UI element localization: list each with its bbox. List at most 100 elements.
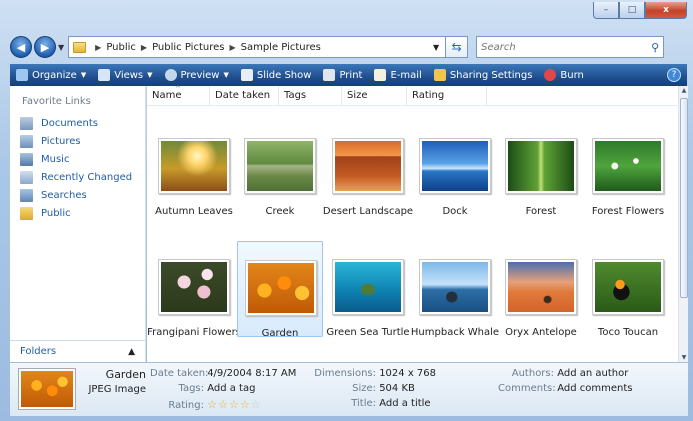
help-icon: ? xyxy=(671,70,677,80)
file-tile[interactable]: Forest xyxy=(498,120,584,217)
file-tile[interactable]: Toco Toucan xyxy=(585,241,671,338)
authors-value[interactable]: Add an author xyxy=(557,368,628,379)
address-bar[interactable]: ▶ Public ▶ Public Pictures ▶ Sample Pict… xyxy=(68,36,447,58)
rating-star-icon[interactable]: ☆ xyxy=(229,398,240,411)
help-button[interactable]: ? xyxy=(667,68,681,82)
column-header-label: Tags xyxy=(284,90,307,101)
explorer-window: – □ x ◀ ▶ ▼ ▶ Public ▶ Public Pictures ▶… xyxy=(0,0,693,421)
print-button[interactable]: Print xyxy=(323,69,362,81)
file-thumbnail xyxy=(592,259,664,315)
nav-item-pictures[interactable]: Pictures xyxy=(10,132,145,150)
vertical-scrollbar[interactable]: ▲ ▼ xyxy=(678,86,688,362)
title-value[interactable]: Add a title xyxy=(379,398,430,409)
file-thumbnail xyxy=(505,259,577,315)
comments-label: Comments: xyxy=(498,383,556,394)
search-input[interactable] xyxy=(481,41,652,53)
tags-row[interactable]: Tags: Add a tag xyxy=(150,383,255,394)
column-header-name[interactable]: ^ Name xyxy=(147,85,210,105)
scroll-up-icon[interactable]: ▲ xyxy=(679,87,689,94)
nav-item-music[interactable]: Music xyxy=(10,150,145,168)
preview-button[interactable]: Preview ▼ xyxy=(164,69,229,81)
file-thumbnail xyxy=(505,138,577,194)
file-tile[interactable]: Dock xyxy=(412,120,498,217)
breadcrumb-public-pictures[interactable]: Public Pictures xyxy=(152,42,224,53)
chevron-right-icon[interactable]: ▶ xyxy=(95,43,101,52)
file-tile[interactable]: Creek xyxy=(237,120,323,217)
breadcrumb-sample-pictures[interactable]: Sample Pictures xyxy=(241,42,321,53)
burn-disc-icon xyxy=(544,69,557,81)
slideshow-button[interactable]: Slide Show xyxy=(240,69,311,81)
chevron-down-icon: ▼ xyxy=(223,71,229,79)
maximize-button[interactable]: □ xyxy=(619,2,645,19)
nav-item-label: Music xyxy=(41,153,70,165)
forward-button[interactable]: ▶ xyxy=(34,36,56,58)
organize-button[interactable]: Organize ▼ xyxy=(16,69,86,81)
file-tile[interactable]: Autumn Leaves xyxy=(151,120,237,217)
file-tile[interactable]: Desert Landscape xyxy=(323,120,413,217)
chevron-right-icon[interactable]: ▶ xyxy=(141,43,147,52)
folders-toggle[interactable]: Folders ▲ xyxy=(10,340,145,362)
file-tile[interactable]: Garden xyxy=(237,241,323,339)
nav-item-recently-changed[interactable]: Recently Changed xyxy=(10,168,145,186)
file-name-label: Oryx Antelope xyxy=(505,327,577,338)
nav-item-searches[interactable]: Searches xyxy=(10,186,145,204)
nav-item-label: Searches xyxy=(41,189,87,201)
scrollbar-thumb[interactable] xyxy=(680,98,688,298)
rating-star-icon[interactable]: ☆ xyxy=(218,398,229,411)
column-header-rating[interactable]: Rating xyxy=(407,86,487,105)
file-tile[interactable]: Frangipani Flowers xyxy=(147,241,241,338)
scroll-down-icon[interactable]: ▼ xyxy=(679,354,689,361)
address-history-dropdown[interactable]: ▼ xyxy=(433,43,439,52)
chevron-right-icon[interactable]: ▶ xyxy=(229,43,235,52)
file-tile[interactable]: Oryx Antelope xyxy=(498,241,584,338)
date-taken-row[interactable]: Date taken: 4/9/2004 8:17 AM xyxy=(150,368,296,379)
recent-pages-dropdown[interactable]: ▼ xyxy=(58,43,64,52)
email-button[interactable]: E-mail xyxy=(374,69,422,81)
file-tile[interactable]: Forest Flowers xyxy=(585,120,671,217)
file-name-label: Frangipani Flowers xyxy=(147,327,241,338)
file-thumbnail xyxy=(332,138,404,194)
file-name-label: Toco Toucan xyxy=(597,327,659,338)
nav-item-public[interactable]: Public xyxy=(10,204,145,222)
file-name-label: Forest xyxy=(525,206,557,217)
rating-star-icon[interactable]: ☆ xyxy=(251,398,262,411)
search-box[interactable]: ⚲ xyxy=(476,36,665,58)
file-name-label: Garden xyxy=(261,328,299,339)
column-header-tags[interactable]: Tags xyxy=(279,86,342,105)
authors-label: Authors: xyxy=(511,368,554,379)
file-thumbnail xyxy=(158,259,230,315)
refresh-button[interactable]: ⇆ xyxy=(446,36,469,58)
size-value: 504 KB xyxy=(379,383,415,394)
file-name-label: Desert Landscape xyxy=(322,206,414,217)
file-tile[interactable]: Humpback Whale xyxy=(411,241,499,338)
rating-stars[interactable]: ☆☆☆☆☆ xyxy=(207,398,261,411)
comments-value[interactable]: Add comments xyxy=(557,383,632,394)
recently-changed-icon xyxy=(20,170,33,184)
column-header-label: Rating xyxy=(412,90,445,101)
rating-row[interactable]: Rating: ☆☆☆☆☆ xyxy=(150,398,262,411)
back-button[interactable]: ◀ xyxy=(10,36,32,58)
rating-star-icon[interactable]: ☆ xyxy=(207,398,218,411)
sharing-settings-button[interactable]: Sharing Settings xyxy=(433,69,532,81)
tags-value[interactable]: Add a tag xyxy=(207,383,255,394)
navigation-pane: Favorite Links Documents Pictures Music … xyxy=(10,86,146,362)
date-taken-value[interactable]: 4/9/2004 8:17 AM xyxy=(207,368,296,379)
title-row[interactable]: Title: Add a title xyxy=(310,398,430,409)
column-header-size[interactable]: Size xyxy=(342,86,407,105)
comments-row[interactable]: Comments: Add comments xyxy=(498,383,632,394)
close-button[interactable]: x xyxy=(645,2,687,19)
back-arrow-icon: ◀ xyxy=(16,40,26,54)
column-header-date-taken[interactable]: Date taken xyxy=(210,86,279,105)
rating-star-icon[interactable]: ☆ xyxy=(240,398,251,411)
burn-button[interactable]: Burn xyxy=(544,69,584,81)
details-pane: Garden JPEG Image Date taken: 4/9/2004 8… xyxy=(10,362,688,416)
minimize-button[interactable]: – xyxy=(593,2,619,19)
nav-item-label: Recently Changed xyxy=(41,171,133,183)
search-icon[interactable]: ⚲ xyxy=(651,41,659,54)
views-button[interactable]: Views ▼ xyxy=(98,69,153,81)
authors-row[interactable]: Authors: Add an author xyxy=(498,368,629,379)
nav-item-documents[interactable]: Documents xyxy=(10,114,145,132)
breadcrumb-public[interactable]: Public xyxy=(106,42,136,53)
file-thumbnail xyxy=(244,138,316,194)
file-tile[interactable]: Green Sea Turtle xyxy=(325,241,411,338)
